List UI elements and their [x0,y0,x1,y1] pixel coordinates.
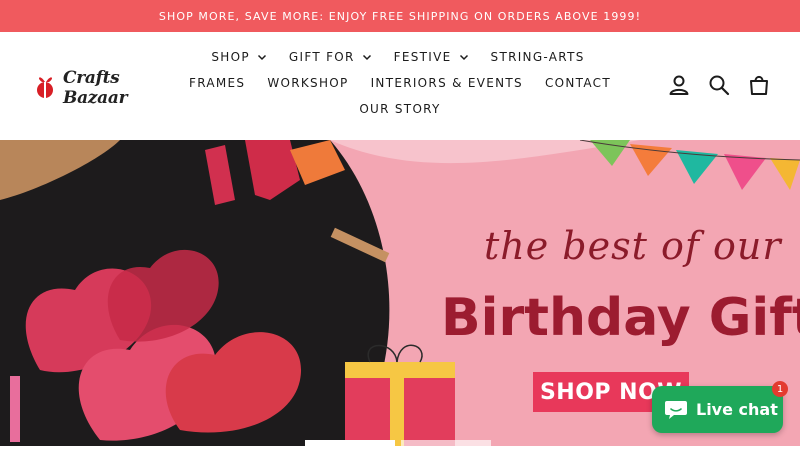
slider-dot-active[interactable] [305,440,395,446]
nav-label: FRAMES [189,76,246,90]
hero-tagline: the best of our [484,224,782,268]
announcement-bar: SHOP MORE, SAVE MORE: ENJOY FREE SHIPPIN… [0,0,800,32]
chat-bubble-icon [665,400,687,419]
nav-label: SHOP [211,50,250,64]
hero-heading: Birthday Gifts [441,288,800,348]
nav-interiors-events[interactable]: INTERIORS & EVENTS [360,76,534,90]
live-chat-label: Live chat [696,400,778,419]
nav-festive[interactable]: FESTIVE [383,50,480,64]
nav-label: STRING-ARTS [490,50,585,64]
search-icon[interactable] [708,74,730,96]
slider-dot[interactable] [401,440,491,446]
header-actions [650,74,770,96]
nav-shop[interactable]: SHOP [200,50,278,64]
nav-workshop[interactable]: WORKSHOP [256,76,359,90]
nav-label: FESTIVE [393,50,452,64]
site-header: Crafts Bazaar SHOP GIFT FOR FESTIVE STRI… [0,32,800,140]
chevron-down-icon [362,54,371,61]
nav-frames[interactable]: FRAMES [178,76,256,90]
slider-indicators [305,440,497,446]
account-icon[interactable] [668,74,690,96]
live-chat-button[interactable]: Live chat [652,386,783,433]
nav-label: CONTACT [544,76,611,90]
nav-string-arts[interactable]: STRING-ARTS [480,50,596,64]
chat-notification-badge: 1 [772,381,788,397]
chevron-down-icon [459,54,468,61]
nav-label: GIFT FOR [288,50,355,64]
cart-icon[interactable] [748,74,770,96]
nav-row-tertiary: OUR STORY [0,102,800,116]
nav-label: OUR STORY [359,102,441,116]
nav-gift-for[interactable]: GIFT FOR [278,50,383,64]
nav-row-primary: SHOP GIFT FOR FESTIVE STRING-ARTS [0,50,798,64]
announcement-text: SHOP MORE, SAVE MORE: ENJOY FREE SHIPPIN… [158,9,642,23]
chevron-down-icon [257,54,266,61]
nav-contact[interactable]: CONTACT [534,76,622,90]
nav-label: INTERIORS & EVENTS [370,76,523,90]
nav-label: WORKSHOP [267,76,349,90]
nav-our-story[interactable]: OUR STORY [348,102,451,116]
